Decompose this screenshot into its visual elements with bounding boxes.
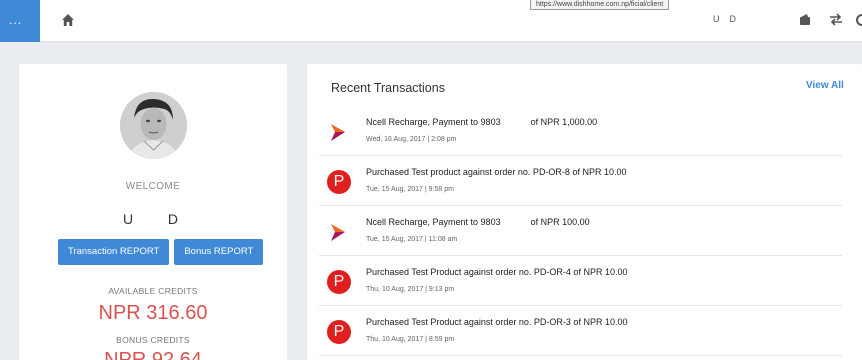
transaction-report-button[interactable]: Transaction REPORT [58, 239, 170, 265]
ncell-logo-icon [331, 224, 345, 241]
user-name: U D [123, 211, 187, 227]
bonus-credits-value: NPR 92.64 [104, 349, 202, 360]
product-p-icon: P [327, 270, 351, 294]
bonus-report-button[interactable]: Bonus REPORT [174, 239, 264, 265]
view-all-link[interactable]: View All [806, 80, 844, 91]
transaction-title: Purchased Test Product against order no.… [366, 317, 628, 327]
transaction-date: Tue, 15 Aug, 2017 | 11:08 am [366, 236, 458, 243]
transaction-row[interactable]: P Purchased Test product against order n… [319, 156, 842, 206]
wallet-icon[interactable] [799, 13, 811, 26]
product-p-icon: P [327, 320, 351, 344]
transaction-date: Thu, 10 Aug, 2017 | 8:59 pm [366, 336, 455, 343]
transaction-date: Thu, 10 Aug, 2017 | 9:13 pm [366, 286, 455, 293]
top-navbar: ... https://www.dishhome.com.np/ficial/c… [0, 0, 862, 42]
available-credits-label: AVAILABLE CREDITS [108, 286, 198, 296]
top-user-name[interactable]: U D [713, 14, 736, 24]
transaction-title: Purchased Test product against order no.… [366, 167, 627, 177]
available-credits-value: NPR 316.60 [98, 302, 208, 324]
welcome-text: WELCOME [125, 181, 181, 192]
transaction-list: Ncell Recharge, Payment to 9803 of NPR 1… [319, 106, 842, 356]
transaction-title: Ncell Recharge, Payment to 9803 of NPR 1… [366, 217, 590, 227]
power-icon[interactable] [856, 14, 862, 26]
ncell-logo-icon [331, 124, 345, 141]
bonus-credits-label: BONUS CREDITS [116, 335, 190, 345]
menu-toggle-button[interactable]: ... [0, 0, 40, 42]
transaction-title: Purchased Test Product against order no.… [366, 267, 628, 277]
transaction-date: Wed, 16 Aug, 2017 | 2:08 pm [366, 136, 457, 143]
product-p-icon: P [327, 170, 351, 194]
report-buttons: Transaction REPORT Bonus REPORT [58, 239, 264, 265]
url-tooltip: https://www.dishhome.com.np/ficial/clien… [530, 0, 670, 10]
transaction-title: Ncell Recharge, Payment to 9803 of NPR 1… [366, 117, 598, 127]
transaction-date: Tue, 15 Aug, 2017 | 9:58 pm [366, 186, 454, 193]
transaction-row[interactable]: Ncell Recharge, Payment to 9803 of NPR 1… [319, 206, 842, 256]
avatar [120, 92, 187, 159]
recent-transactions-card: Recent Transactions View All Ncell Recha… [307, 64, 862, 360]
profile-card: WELCOME U D Transaction REPORT Bonus REP… [19, 64, 287, 360]
recent-transactions-title: Recent Transactions [331, 81, 445, 95]
home-icon[interactable] [61, 13, 75, 27]
swap-arrows-icon[interactable] [829, 13, 843, 26]
transaction-row[interactable]: P Purchased Test Product against order n… [319, 306, 842, 356]
transaction-row[interactable]: Ncell Recharge, Payment to 9803 of NPR 1… [319, 106, 842, 156]
transaction-row[interactable]: P Purchased Test Product against order n… [319, 256, 842, 306]
